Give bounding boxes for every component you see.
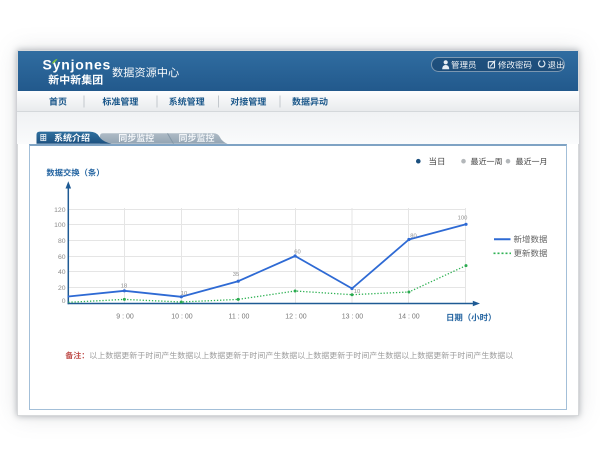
svg-text:80: 80 xyxy=(410,234,416,240)
svg-text:20: 20 xyxy=(58,285,66,292)
svg-text:10: 10 xyxy=(181,291,187,297)
svg-text:60: 60 xyxy=(294,250,300,256)
svg-text:35: 35 xyxy=(233,272,239,278)
svg-text:40: 40 xyxy=(58,269,66,276)
svg-text:13 : 00: 13 : 00 xyxy=(342,314,364,321)
svg-text:9 : 00: 9 : 00 xyxy=(116,314,134,321)
svg-text:100: 100 xyxy=(458,216,468,222)
svg-text:10 : 00: 10 : 00 xyxy=(171,314,193,321)
svg-text:60: 60 xyxy=(58,254,66,261)
svg-text:10: 10 xyxy=(354,289,360,295)
svg-text:11 : 00: 11 : 00 xyxy=(229,314,250,321)
svg-text:120: 120 xyxy=(54,207,66,214)
svg-text:18: 18 xyxy=(121,284,127,290)
svg-text:14 : 00: 14 : 00 xyxy=(398,314,420,321)
svg-text:80: 80 xyxy=(58,238,66,245)
svg-text:12 : 00: 12 : 00 xyxy=(285,314,307,321)
svg-text:100: 100 xyxy=(54,222,66,229)
svg-text:Synjones: Synjones xyxy=(43,56,112,72)
svg-text:0: 0 xyxy=(62,298,66,305)
